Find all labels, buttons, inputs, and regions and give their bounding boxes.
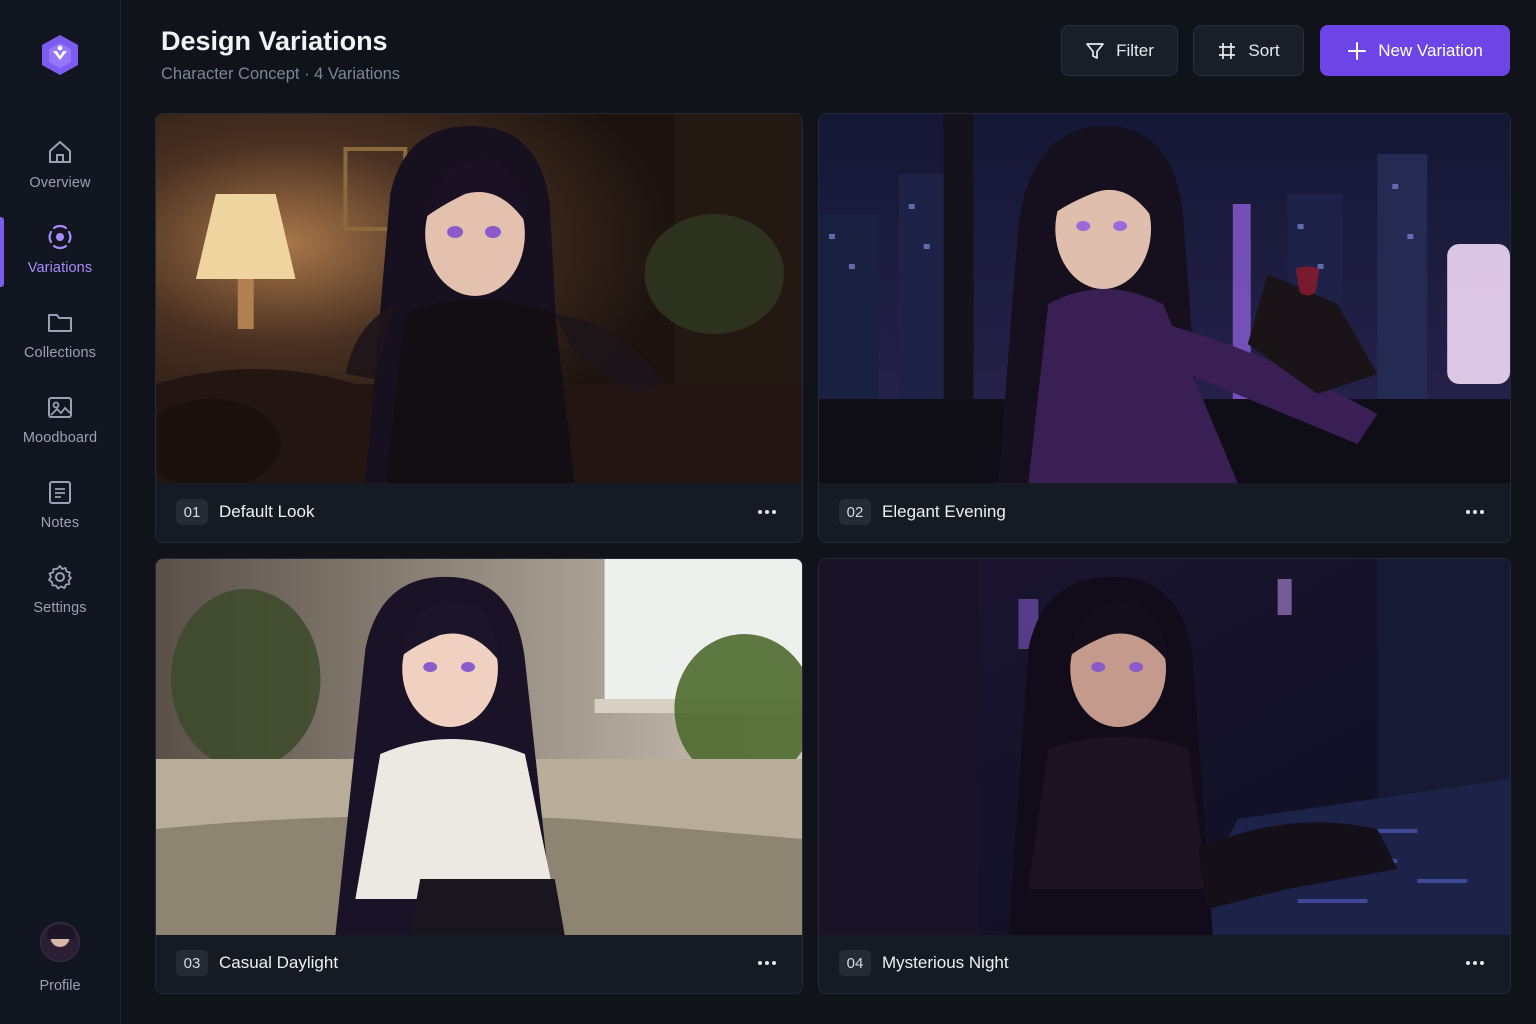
- plus-icon: [1348, 41, 1367, 60]
- variation-number: 01: [176, 499, 208, 525]
- sidebar-item-label: Collections: [23, 345, 97, 361]
- variation-name: Casual Daylight: [219, 953, 339, 972]
- variation-name: Elegant Evening: [882, 502, 1006, 521]
- profile-label: Profile: [39, 978, 81, 994]
- variation-card[interactable]: 04 Mysterious Night: [818, 558, 1511, 994]
- new-variation-label: New Variation: [1378, 40, 1483, 60]
- sidebar-item-label: Notes: [40, 515, 80, 531]
- variation-card[interactable]: 03 Casual Daylight: [155, 558, 803, 994]
- sidebar: Overview Variations Collections Moodboar…: [0, 0, 121, 1024]
- sidebar-item-overview[interactable]: Overview: [0, 132, 120, 202]
- variation-image[interactable]: [819, 559, 1510, 935]
- variations-icon: [48, 224, 72, 250]
- card-footer: 01 Default Look: [156, 482, 802, 542]
- sidebar-item-notes[interactable]: Notes: [0, 472, 120, 542]
- variation-card[interactable]: 02 Elegant Evening: [818, 113, 1511, 543]
- filter-button[interactable]: Filter: [1061, 25, 1178, 76]
- sort-button[interactable]: Sort: [1193, 25, 1304, 76]
- variation-number: 03: [176, 950, 208, 976]
- sidebar-item-moodboard[interactable]: Moodboard: [0, 387, 120, 457]
- gear-icon: [48, 565, 72, 590]
- sidebar-item-label: Moodboard: [22, 430, 98, 446]
- more-options-icon[interactable]: [752, 951, 782, 975]
- folder-icon: [48, 314, 72, 332]
- more-options-icon[interactable]: [752, 500, 782, 524]
- sidebar-item-collections[interactable]: Collections: [0, 302, 120, 372]
- sidebar-item-settings[interactable]: Settings: [0, 557, 120, 627]
- card-footer: 03 Casual Daylight: [156, 933, 802, 993]
- more-options-icon[interactable]: [1460, 500, 1490, 524]
- notes-icon: [49, 481, 71, 504]
- variation-name: Default Look: [219, 502, 315, 521]
- sidebar-item-label: Overview: [29, 175, 91, 191]
- variation-name: Mysterious Night: [882, 953, 1009, 972]
- card-footer: 04 Mysterious Night: [819, 933, 1510, 993]
- new-variation-button[interactable]: New Variation: [1320, 25, 1510, 76]
- variation-image[interactable]: [819, 114, 1510, 483]
- sidebar-item-label: Variations: [27, 260, 93, 276]
- profile-button[interactable]: Profile: [0, 922, 120, 1002]
- variation-card[interactable]: 01 Default Look: [155, 113, 803, 543]
- variation-image[interactable]: [156, 114, 802, 483]
- page-subtitle: Character Concept · 4 Variations: [161, 65, 401, 83]
- filter-icon: [1086, 42, 1104, 59]
- page-title: Design Variations: [161, 26, 388, 56]
- variation-number: 04: [839, 950, 871, 976]
- card-footer: 02 Elegant Evening: [819, 482, 1510, 542]
- sort-icon: [1219, 42, 1236, 59]
- variation-number: 02: [839, 499, 871, 525]
- home-icon: [49, 141, 71, 163]
- sort-label: Sort: [1248, 40, 1280, 60]
- more-options-icon[interactable]: [1460, 951, 1490, 975]
- avatar: [40, 922, 80, 962]
- sidebar-item-label: Settings: [33, 600, 87, 616]
- filter-label: Filter: [1116, 40, 1154, 60]
- hexagon-logo-icon[interactable]: [40, 34, 80, 76]
- sidebar-item-variations[interactable]: Variations: [0, 217, 120, 287]
- variation-image[interactable]: [156, 559, 802, 935]
- moodboard-icon: [48, 397, 72, 418]
